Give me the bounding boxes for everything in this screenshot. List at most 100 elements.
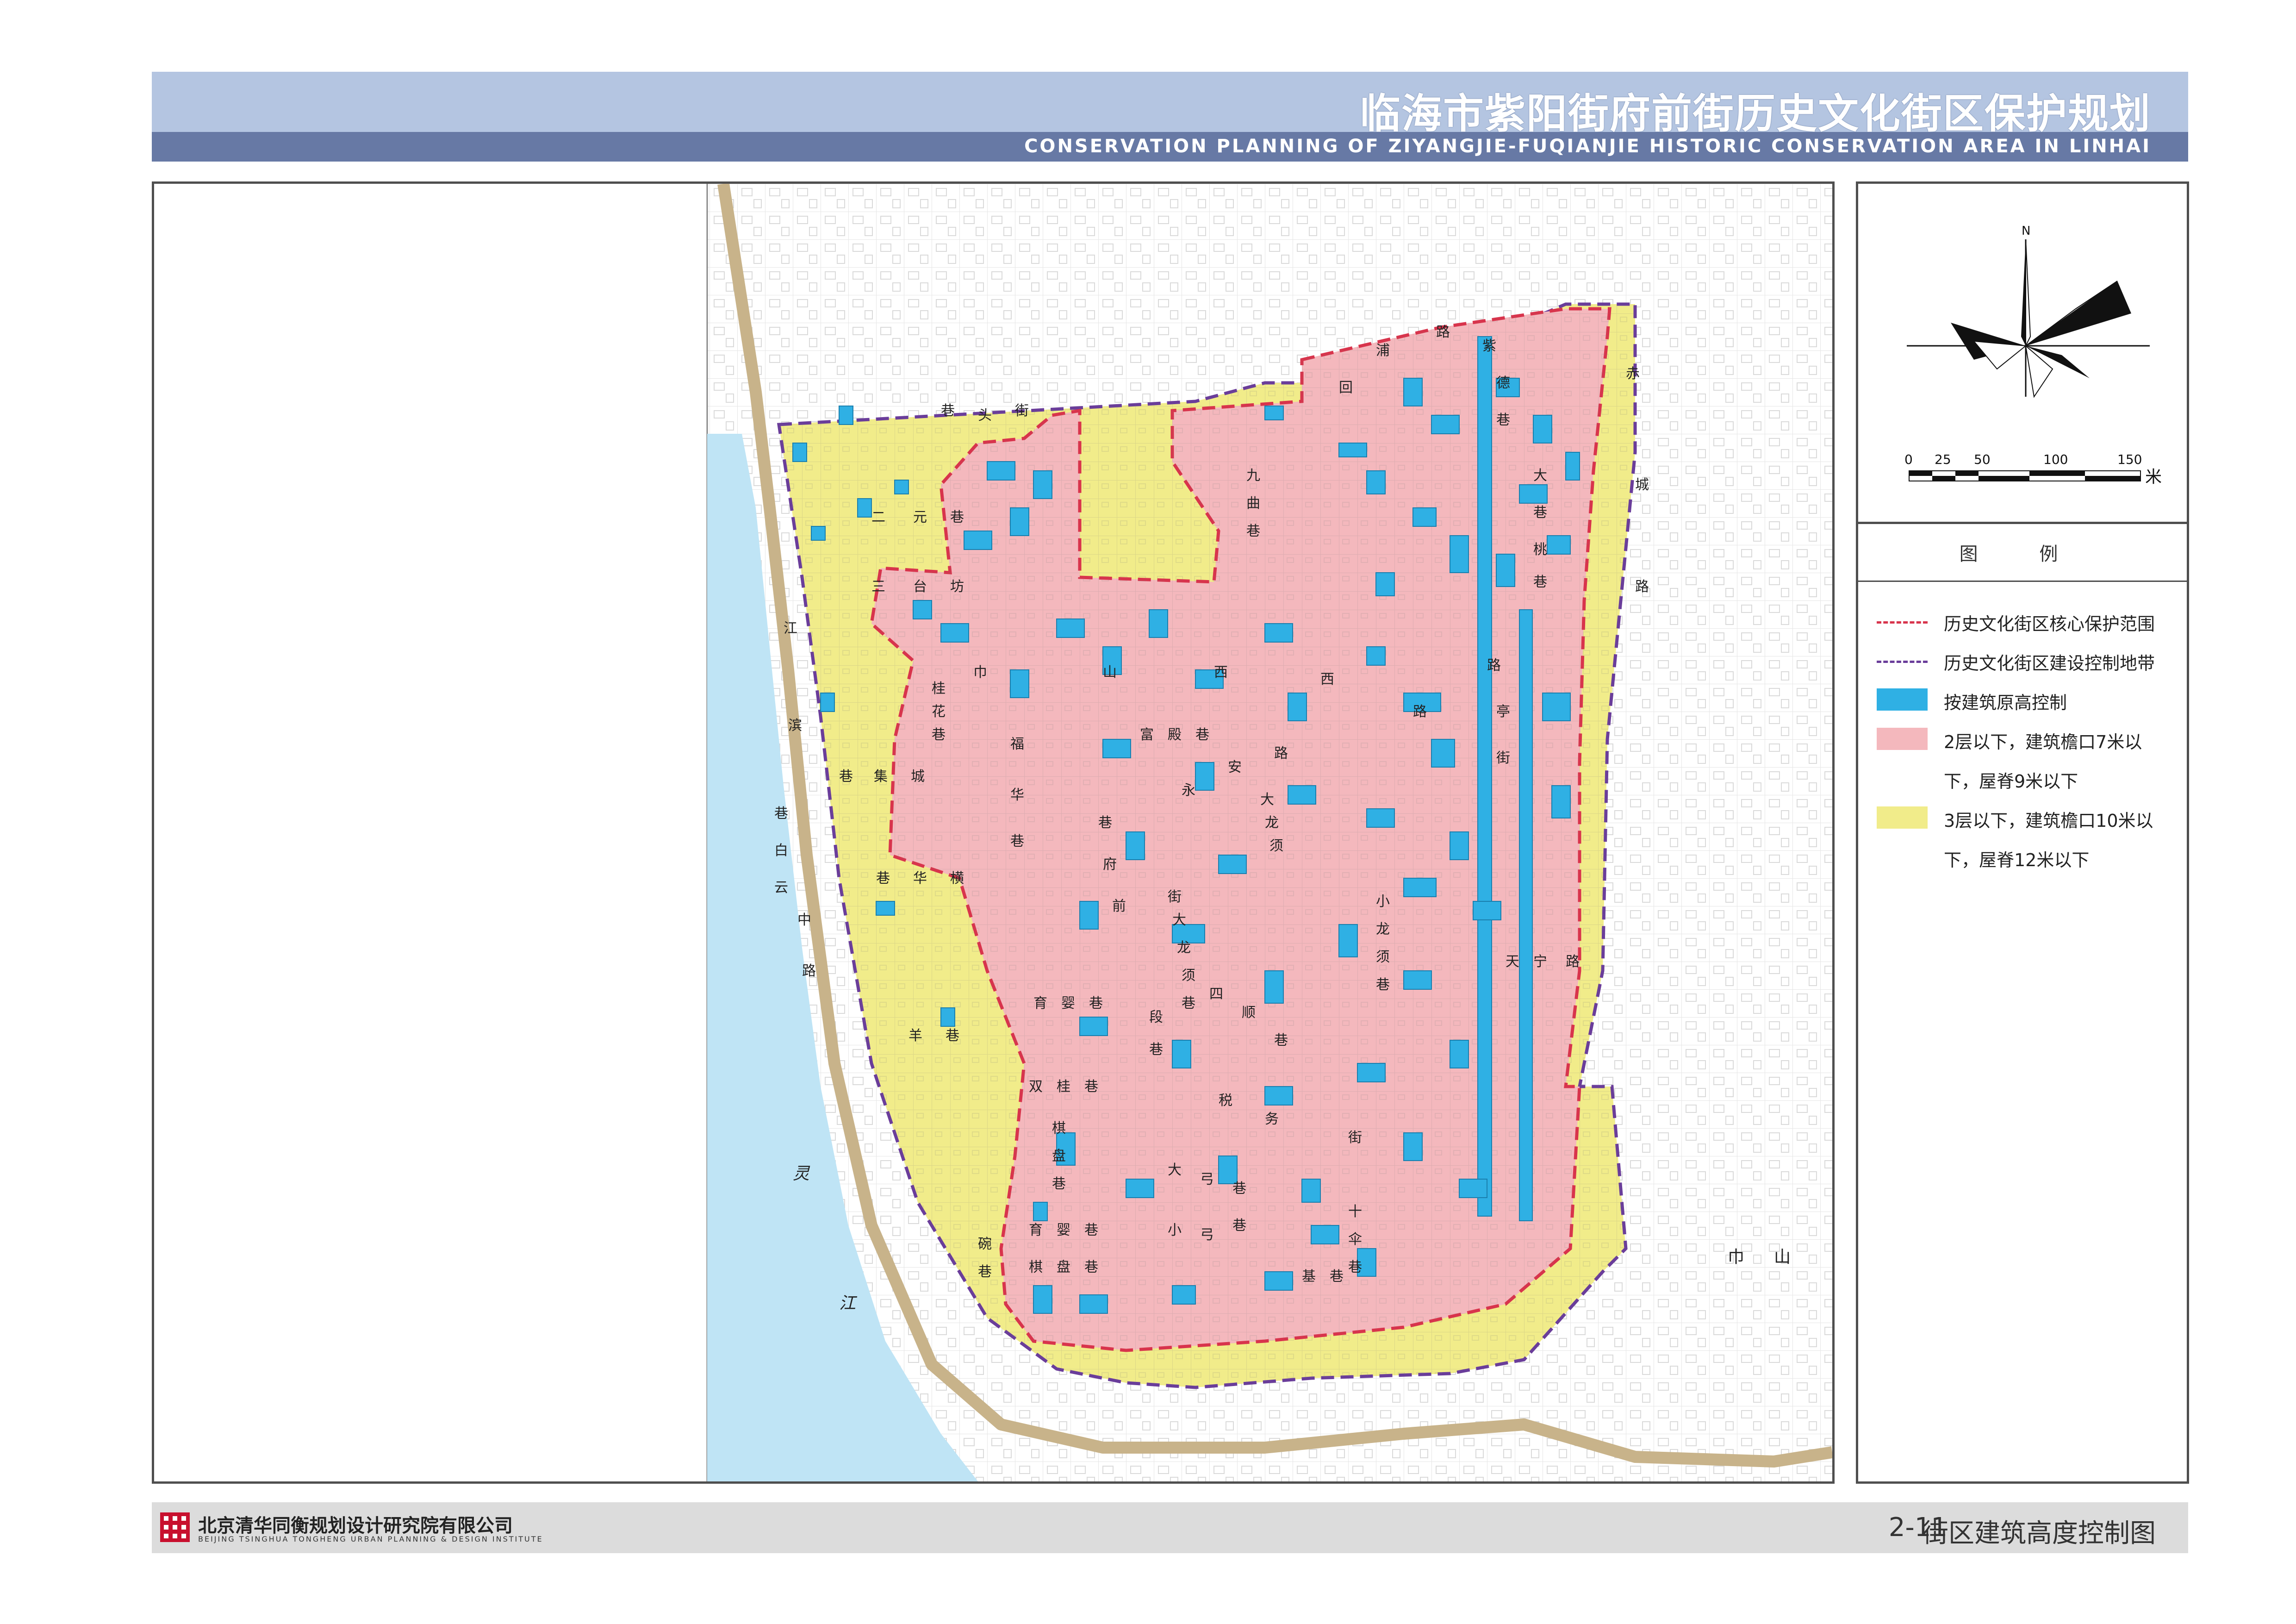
street-label: 巷 [774, 806, 788, 822]
figure-title: 街区建筑高度控制图 [1923, 1518, 2156, 1549]
street-label: 羊 [908, 1028, 922, 1044]
street-label: 棋 [1029, 1259, 1043, 1275]
street-label: 盘 [1057, 1259, 1070, 1275]
street-label: 巷 [946, 1028, 959, 1044]
street-label: 巷 [1084, 1222, 1098, 1238]
street-label: 福 [1010, 736, 1024, 752]
street-label: 路 [802, 963, 816, 979]
street-label: 山 [1774, 1248, 1791, 1267]
street-label: 巷 [1010, 833, 1024, 849]
street-label: 云 [774, 880, 788, 896]
street-label: 街 [1015, 403, 1029, 419]
street-label: 碗 [978, 1236, 992, 1252]
header-title-bar: 临海市紫阳街府前街历史文化街区保护规划 [152, 72, 2188, 137]
street-label: 白 [774, 843, 788, 859]
street-label: 小 [1376, 893, 1390, 910]
street-label: 山 [1103, 664, 1117, 681]
street-label: 龙 [1265, 815, 1279, 831]
north-arrow-icon: N 0 25 50 100 150 米 [1904, 224, 2162, 487]
legend-item-label: 2层以下，建筑檐口7米以 [1944, 732, 2142, 752]
street-label: 德 [1496, 375, 1510, 391]
street-label: 巷 [1348, 1259, 1362, 1275]
street-label: 伞 [1348, 1231, 1362, 1248]
street-label: 大 [1168, 1162, 1182, 1178]
street-label: 二 [871, 509, 885, 525]
street-label: 小 [1168, 1222, 1182, 1238]
street-label: 巷 [1084, 1259, 1098, 1275]
street-label: 西 [1320, 671, 1334, 687]
legend-item-label: 按建筑原高控制 [1944, 693, 2067, 713]
street-label: 紫 [1482, 338, 1496, 354]
street-label: 桃 [1533, 542, 1547, 558]
legend-panel: N 0 25 50 100 150 米 图 例 历史文化街区核心保护范围 历史文… [1856, 181, 2189, 1484]
street-label: 顺 [1242, 1005, 1256, 1021]
street-label: 曲 [1246, 495, 1260, 512]
street-label: 十 [1348, 1204, 1362, 1220]
street-label: 安 [1228, 759, 1242, 775]
street-label: 中 [797, 912, 811, 928]
street-label: 四 [1209, 986, 1223, 1002]
street-label: 台 [913, 579, 927, 595]
street-label: 集 [874, 768, 888, 785]
street-label: 婴 [1057, 1222, 1070, 1238]
core-boundary-swatch [1877, 621, 1928, 624]
street-label: 巷 [1330, 1268, 1344, 1285]
company-name-en: BEIJING TSINGHUA TONGHENG URBAN PLANNING… [198, 1535, 543, 1543]
street-label: 弓 [1200, 1227, 1214, 1243]
street-label: 花 [932, 704, 946, 720]
legend-item-label-line2: 下，屋脊12米以下 [1944, 850, 2090, 870]
street-label: 巷 [932, 727, 946, 743]
street-label: 回 [1339, 380, 1353, 396]
street-label: 巷 [1274, 1032, 1288, 1049]
street-label: 税 [1219, 1093, 1232, 1109]
legend-item-label: 历史文化街区建设控制地带 [1944, 653, 2155, 674]
street-label: 巷 [1232, 1218, 1246, 1234]
planning-map[interactable]: 紫 德 巷 大 巷 桃 巷 路 西 亭 街 巾 山 西 路 二 元 巷 三 台 … [154, 184, 1832, 1481]
street-label: 亭 [1496, 704, 1510, 720]
page-title: 临海市紫阳街府前街历史文化街区保护规划 [1359, 90, 2151, 137]
street-label: 婴 [1061, 995, 1075, 1012]
street-label: 头 [978, 407, 992, 424]
street-label: 巾 [1728, 1248, 1744, 1267]
control-boundary-swatch [1877, 661, 1928, 663]
street-label: 灵 [793, 1164, 810, 1183]
street-label: 殿 [1168, 727, 1182, 743]
street-label: 巷 [1376, 977, 1390, 993]
north-label: N [2022, 224, 2030, 238]
street-label: 巷 [1232, 1181, 1246, 1197]
street-label: 巷 [1182, 995, 1195, 1012]
street-label: 龙 [1376, 921, 1390, 937]
street-label: 九 [1246, 468, 1260, 484]
street-label: 江 [784, 620, 797, 637]
street-label: 路 [1487, 657, 1501, 674]
street-label: 浦 [1376, 343, 1390, 359]
street-label: 须 [1269, 838, 1283, 854]
street-label: 永 [1182, 782, 1195, 799]
street-label: 盘 [1052, 1148, 1066, 1164]
street-label: 巷 [1052, 1176, 1066, 1192]
street-label: 巷 [1098, 815, 1112, 831]
street-label: 大 [1172, 912, 1186, 928]
street-label: 坊 [950, 579, 964, 595]
street-label: 宁 [1533, 954, 1547, 970]
map-frame[interactable]: 紫 德 巷 大 巷 桃 巷 路 西 亭 街 巾 山 西 路 二 元 巷 三 台 … [152, 181, 1835, 1484]
street-label: 龙 [1177, 940, 1191, 956]
street-label: 巷 [839, 768, 853, 785]
street-label: 巷 [1084, 1079, 1098, 1095]
yellow-swatch [1877, 806, 1928, 829]
street-label: 基 [1302, 1268, 1316, 1285]
street-label: 路 [1566, 954, 1580, 970]
company-name: 北京清华同衡规划设计研究院有限公司 [198, 1515, 513, 1537]
street-label: 务 [1265, 1111, 1279, 1127]
street-label: 城 [911, 768, 925, 785]
scale-tick: 25 [1935, 452, 1951, 467]
street-label: 巷 [876, 870, 890, 887]
pink-swatch [1877, 728, 1928, 750]
street-label: 元 [913, 509, 927, 525]
street-label: 路 [1635, 579, 1649, 595]
scale-tick: 0 [1904, 452, 1913, 467]
street-label: 弓 [1200, 1171, 1214, 1187]
company-logo-icon [160, 1512, 190, 1542]
street-label: 富 [1140, 727, 1154, 743]
scale-tick: 150 [2117, 452, 2142, 467]
